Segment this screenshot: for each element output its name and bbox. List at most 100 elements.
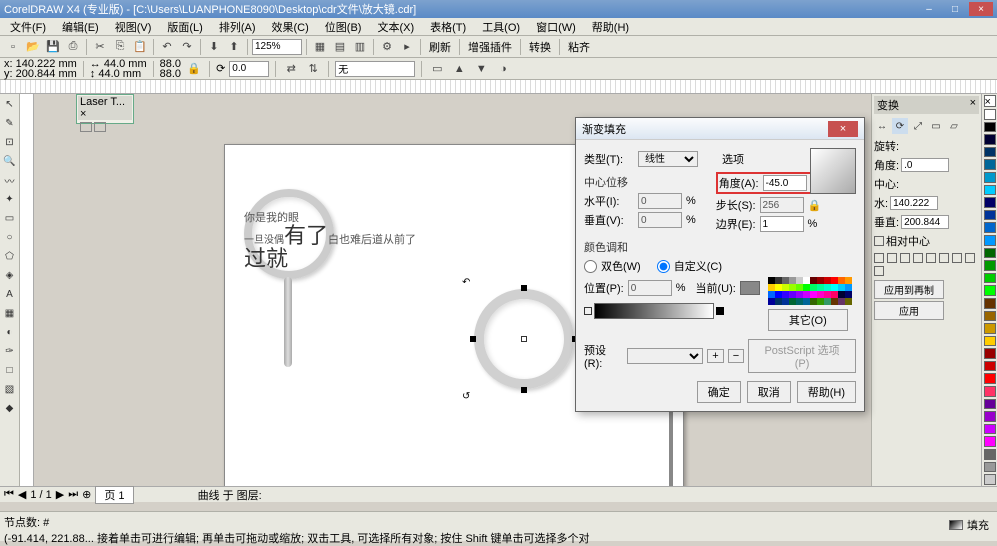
palette-cell[interactable] xyxy=(796,284,803,291)
pick-tool-icon[interactable]: ↖ xyxy=(2,96,18,112)
palette-cell[interactable] xyxy=(817,284,824,291)
guides-icon[interactable]: ▥ xyxy=(351,38,369,56)
units-select[interactable] xyxy=(335,61,415,77)
eyedropper-icon[interactable]: ✑ xyxy=(2,343,18,359)
export-icon[interactable]: ⬆ xyxy=(225,38,243,56)
menu-view[interactable]: 视图(V) xyxy=(109,19,158,35)
color-swatch[interactable] xyxy=(984,348,996,359)
blend-tool-icon[interactable]: ◐ xyxy=(2,324,18,340)
center-y-input[interactable] xyxy=(901,215,949,229)
cancel-button[interactable]: 取消 xyxy=(747,381,791,403)
color-swatch[interactable] xyxy=(984,273,996,284)
palette-cell[interactable] xyxy=(831,277,838,284)
minimize-button[interactable]: – xyxy=(917,2,941,16)
palette-cell[interactable] xyxy=(789,277,796,284)
color-swatch[interactable] xyxy=(984,147,996,158)
ok-button[interactable]: 确定 xyxy=(697,381,741,403)
rectangle-tool-icon[interactable]: ▭ xyxy=(2,210,18,226)
palette-cell[interactable] xyxy=(810,291,817,298)
relative-checkbox[interactable] xyxy=(874,236,884,246)
anchor-bl[interactable] xyxy=(952,253,962,263)
prev-page-icon[interactable]: ◀ xyxy=(18,488,26,501)
tb-plugin[interactable]: 增强插件 xyxy=(464,39,516,55)
anchor-tr[interactable] xyxy=(900,253,910,263)
palette-cell[interactable] xyxy=(845,277,852,284)
palette-cell[interactable] xyxy=(768,298,775,305)
redo-icon[interactable]: ↷ xyxy=(178,38,196,56)
size-tab-icon[interactable]: ▭ xyxy=(928,118,944,134)
palette-cell[interactable] xyxy=(789,284,796,291)
menu-window[interactable]: 窗口(W) xyxy=(530,19,582,35)
preset-select[interactable] xyxy=(627,348,704,364)
page-tab[interactable]: 页 1 xyxy=(95,486,133,504)
help-button[interactable]: 帮助(H) xyxy=(797,381,856,403)
palette-cell[interactable] xyxy=(838,298,845,305)
fill-indicator-icon[interactable] xyxy=(949,520,963,530)
color-swatch[interactable] xyxy=(984,248,996,259)
palette-cell[interactable] xyxy=(838,284,845,291)
palette-cell[interactable] xyxy=(775,284,782,291)
color-swatch[interactable] xyxy=(984,361,996,372)
freehand-tool-icon[interactable]: 〰 xyxy=(2,172,18,188)
palette-cell[interactable] xyxy=(838,291,845,298)
color-swatch[interactable] xyxy=(984,172,996,183)
gradient-node-end[interactable] xyxy=(716,307,724,315)
fill-tool-icon[interactable]: ▧ xyxy=(2,381,18,397)
polygon-tool-icon[interactable]: ⬠ xyxy=(2,248,18,264)
palette-cell[interactable] xyxy=(789,291,796,298)
palette-cell[interactable] xyxy=(782,298,789,305)
floating-docker[interactable]: Laser T... × xyxy=(76,94,134,124)
color-swatch[interactable] xyxy=(984,210,996,221)
to-front-icon[interactable]: ▲ xyxy=(450,60,468,78)
color-swatch[interactable] xyxy=(984,436,996,447)
color-swatch[interactable] xyxy=(984,285,996,296)
skew-tab-icon[interactable]: ▱ xyxy=(946,118,962,134)
selection-handle[interactable] xyxy=(470,336,476,342)
center-marker-icon[interactable] xyxy=(521,336,527,342)
palette-cell[interactable] xyxy=(803,284,810,291)
palette-cell[interactable] xyxy=(824,277,831,284)
rotation-input[interactable] xyxy=(229,61,269,77)
color-swatch[interactable] xyxy=(984,185,996,196)
palette-cell[interactable] xyxy=(796,291,803,298)
color-swatch[interactable] xyxy=(984,122,996,133)
palette-cell[interactable] xyxy=(831,291,838,298)
color-swatch[interactable] xyxy=(984,424,996,435)
palette-cell[interactable] xyxy=(817,277,824,284)
anchor-br[interactable] xyxy=(874,266,884,276)
palette-cell[interactable] xyxy=(824,298,831,305)
first-page-icon[interactable]: ⏮ xyxy=(4,488,14,501)
color-swatch[interactable] xyxy=(984,260,996,271)
color-swatch[interactable] xyxy=(984,336,996,347)
menu-effects[interactable]: 效果(C) xyxy=(266,19,315,35)
color-swatch[interactable] xyxy=(984,109,996,120)
rotate-tab-icon[interactable]: ⟳ xyxy=(892,118,908,134)
new-icon[interactable]: ▫ xyxy=(4,38,22,56)
magnifier-object-2-selected[interactable]: ↶ ↷ ↺ ↻ xyxy=(474,289,574,389)
color-swatch[interactable] xyxy=(984,235,996,246)
canvas-text[interactable]: 你是我的眼 一旦没偶有了白也难后道从前了 过就 xyxy=(244,209,444,272)
h-value[interactable]: 44.0 mm xyxy=(98,68,141,80)
anchor-tc[interactable] xyxy=(887,253,897,263)
add-page-icon[interactable]: ⊕ xyxy=(82,488,91,501)
grid-icon[interactable]: ▤ xyxy=(331,38,349,56)
ellipse-tool-icon[interactable]: ○ xyxy=(2,229,18,245)
basic-shapes-icon[interactable]: ◈ xyxy=(2,267,18,283)
palette-cell[interactable] xyxy=(845,298,852,305)
color-swatch[interactable] xyxy=(984,298,996,309)
lock-step-icon[interactable]: 🔒 xyxy=(808,199,822,212)
docker-close-icon[interactable]: × xyxy=(970,97,976,113)
open-icon[interactable]: 📂 xyxy=(24,38,42,56)
menu-layout[interactable]: 版面(L) xyxy=(161,19,208,35)
edge-input[interactable] xyxy=(760,216,804,232)
type-select[interactable]: 线性 xyxy=(638,151,698,167)
scale-tab-icon[interactable]: ⤢ xyxy=(910,118,926,134)
palette-cell[interactable] xyxy=(817,298,824,305)
color-swatch[interactable] xyxy=(984,386,996,397)
print-icon[interactable]: ⎙ xyxy=(64,38,82,56)
cut-icon[interactable]: ✂ xyxy=(91,38,109,56)
convert-curves-icon[interactable]: ◑ xyxy=(494,60,512,78)
palette-cell[interactable] xyxy=(817,291,824,298)
color-swatch[interactable] xyxy=(984,134,996,145)
table-tool-icon[interactable]: ▦ xyxy=(2,305,18,321)
